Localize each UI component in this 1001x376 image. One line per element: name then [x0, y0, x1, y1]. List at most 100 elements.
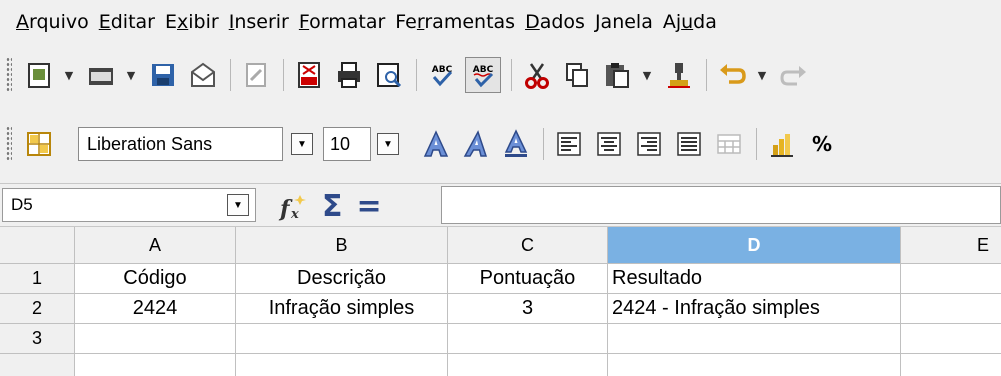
row-header-2[interactable]: 2 — [0, 294, 75, 324]
formatting-toolbar: Liberation Sans ▼ 10 ▼ % — [0, 116, 1001, 172]
font-size-combo[interactable]: 10 ▼ — [323, 126, 405, 162]
spreadsheet-grid: A B C D E 1 Código Descrição Pontuação R… — [0, 227, 1001, 376]
name-box-value: D5 — [11, 195, 33, 214]
menu-inserir[interactable]: Inserir — [229, 11, 289, 33]
cell-d3[interactable] — [608, 324, 901, 354]
edit-file-icon[interactable] — [239, 58, 273, 92]
bold-icon[interactable] — [419, 127, 453, 161]
menu-arquivo[interactable]: Arquivo — [16, 11, 89, 33]
underline-icon[interactable] — [499, 127, 533, 161]
cut-icon[interactable] — [520, 58, 554, 92]
undo-icon[interactable] — [715, 58, 749, 92]
cell-b2[interactable]: Infração simples — [236, 294, 448, 324]
cell-e1[interactable] — [901, 264, 1001, 294]
spellcheck-icon[interactable]: ABC — [425, 58, 459, 92]
cell-e2[interactable] — [901, 294, 1001, 324]
cell-c2[interactable]: 3 — [448, 294, 608, 324]
currency-format-icon[interactable] — [765, 127, 799, 161]
row-header-3[interactable]: 3 — [0, 324, 75, 354]
cell-b3[interactable] — [236, 324, 448, 354]
column-header-d[interactable]: D — [608, 227, 901, 264]
email-icon[interactable] — [186, 58, 220, 92]
formula-bar: D5 ▼ fx Σ = — [0, 183, 1001, 227]
row-header-1[interactable]: 1 — [0, 264, 75, 294]
menu-ferramentas[interactable]: Ferramentas — [395, 11, 515, 33]
svg-text:x: x — [290, 207, 299, 222]
align-center-icon[interactable] — [592, 127, 626, 161]
formula-tools: fx Σ = — [276, 190, 382, 224]
print-icon[interactable] — [332, 58, 366, 92]
new-document-icon[interactable] — [22, 58, 56, 92]
save-icon[interactable] — [146, 58, 180, 92]
undo-dropdown-arrow[interactable]: ▼ — [755, 69, 769, 82]
cell-e3[interactable] — [901, 324, 1001, 354]
name-box-dropdown-button[interactable]: ▼ — [227, 194, 249, 216]
cell-d1[interactable]: Resultado — [608, 264, 901, 294]
menu-janela[interactable]: Janela — [595, 11, 653, 33]
autospellcheck-icon[interactable]: ABC — [465, 57, 501, 93]
name-box[interactable]: D5 ▼ — [2, 188, 256, 222]
toolbar-separator — [543, 128, 544, 160]
cell-a1[interactable]: Código — [75, 264, 236, 294]
toolbar-separator — [230, 59, 231, 91]
standard-toolbar: ▼ ▼ ABC ABC ▼ ▼ — [0, 48, 1001, 102]
print-preview-icon[interactable] — [372, 58, 406, 92]
menu-bar: Arquivo Editar Exibir Inserir Formatar F… — [0, 0, 1001, 44]
toolbar-separator — [706, 59, 707, 91]
cell-c3[interactable] — [448, 324, 608, 354]
clone-formatting-icon[interactable] — [662, 58, 696, 92]
toolbar-grip[interactable] — [6, 126, 12, 162]
cell-c1[interactable]: Pontuação — [448, 264, 608, 294]
column-header-e[interactable]: E — [901, 227, 1001, 264]
styles-icon[interactable] — [22, 127, 56, 161]
export-pdf-icon[interactable] — [292, 58, 326, 92]
new-dropdown-arrow[interactable]: ▼ — [62, 69, 76, 82]
justify-icon[interactable] — [672, 127, 706, 161]
font-name-value: Liberation Sans — [78, 127, 283, 161]
cell-a3[interactable] — [75, 324, 236, 354]
row-header-4[interactable] — [0, 354, 75, 376]
redo-icon[interactable] — [777, 58, 811, 92]
toolbar-separator — [756, 128, 757, 160]
column-header-c[interactable]: C — [448, 227, 608, 264]
menu-formatar[interactable]: Formatar — [299, 11, 385, 33]
toolbar-grip[interactable] — [6, 57, 12, 93]
cell-b1[interactable]: Descrição — [236, 264, 448, 294]
column-header-a[interactable]: A — [75, 227, 236, 264]
menu-dados[interactable]: Dados — [525, 11, 585, 33]
font-size-value: 10 — [323, 127, 371, 161]
cell-e4[interactable] — [901, 354, 1001, 376]
italic-icon[interactable] — [459, 127, 493, 161]
sum-icon[interactable]: Σ — [322, 192, 343, 222]
cell-a2[interactable]: 2424 — [75, 294, 236, 324]
cell-a4[interactable] — [75, 354, 236, 376]
open-folder-icon[interactable] — [84, 58, 118, 92]
cell-c4[interactable] — [448, 354, 608, 376]
column-header-b[interactable]: B — [236, 227, 448, 264]
toolbar-separator — [416, 59, 417, 91]
equals-function-icon[interactable]: = — [357, 192, 382, 222]
align-left-icon[interactable] — [552, 127, 586, 161]
font-size-dropdown-button[interactable]: ▼ — [377, 133, 399, 155]
function-wizard-icon[interactable]: fx — [276, 190, 310, 224]
merge-cells-icon[interactable] — [712, 127, 746, 161]
toolbar-separator — [283, 59, 284, 91]
paste-dropdown-arrow[interactable]: ▼ — [640, 69, 654, 82]
align-right-icon[interactable] — [632, 127, 666, 161]
percent-format-button[interactable]: % — [805, 127, 839, 161]
font-name-dropdown-button[interactable]: ▼ — [291, 133, 313, 155]
percent-label: % — [811, 132, 833, 156]
menu-exibir[interactable]: Exibir — [165, 11, 219, 33]
font-name-combo[interactable]: Liberation Sans ▼ — [68, 126, 313, 162]
cell-d2[interactable]: 2424 - Infração simples — [608, 294, 901, 324]
formula-input[interactable] — [441, 186, 1001, 224]
menu-editar[interactable]: Editar — [99, 11, 155, 33]
menu-ajuda[interactable]: Ajuda — [663, 11, 717, 33]
select-all-corner[interactable] — [0, 227, 75, 264]
cell-d4[interactable] — [608, 354, 901, 376]
toolbar-separator — [511, 59, 512, 91]
cell-b4[interactable] — [236, 354, 448, 376]
paste-icon[interactable] — [600, 58, 634, 92]
copy-icon[interactable] — [560, 58, 594, 92]
open-dropdown-arrow[interactable]: ▼ — [124, 69, 138, 82]
